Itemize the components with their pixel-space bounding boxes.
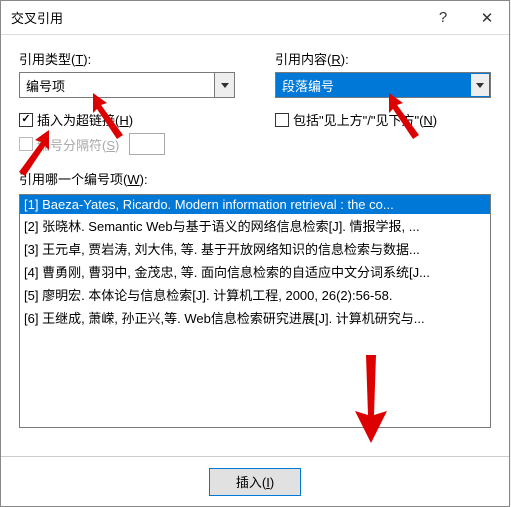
- insert-as-hyperlink-checkbox[interactable]: 插入为超链接(H): [19, 108, 235, 131]
- list-item[interactable]: [6] 王继成, 萧嵘, 孙正兴,等. Web信息检索研究进展[J]. 计算机研…: [20, 306, 490, 329]
- insert-button[interactable]: 插入(I): [209, 468, 301, 496]
- reference-type-label: 引用类型(T):: [19, 49, 235, 68]
- checkbox-icon: [275, 113, 289, 127]
- dialog-footer: 插入(I): [1, 456, 509, 506]
- list-item[interactable]: [1] Baeza-Yates, Ricardo. Modern informa…: [20, 195, 490, 214]
- which-item-label: 引用哪一个编号项(W):: [19, 169, 491, 188]
- list-item[interactable]: [3] 王元卓, 贾岩涛, 刘大伟, 等. 基于开放网络知识的信息检索与数据..…: [20, 237, 490, 260]
- number-separator-checkbox: 编号分隔符(S): [19, 131, 235, 157]
- checkbox-icon: [19, 137, 33, 151]
- reference-content-label: 引用内容(R):: [275, 49, 491, 68]
- titlebar: 交叉引用 ? ✕: [1, 1, 509, 35]
- list-item[interactable]: [5] 廖明宏. 本体论与信息检索[J]. 计算机工程, 2000, 26(2)…: [20, 283, 490, 306]
- close-button[interactable]: ✕: [465, 2, 509, 34]
- help-button[interactable]: ?: [421, 2, 465, 34]
- chevron-down-icon[interactable]: [214, 73, 234, 97]
- include-above-below-checkbox[interactable]: 包括"见上方"/"见下方"(N): [275, 108, 491, 131]
- reference-type-combo[interactable]: 编号项: [19, 72, 235, 98]
- dialog-content: 引用类型(T): 编号项 引用内容(R): 段落编号: [1, 35, 509, 456]
- chevron-down-icon[interactable]: [470, 73, 490, 97]
- list-item[interactable]: [2] 张晓林. Semantic Web与基于语义的网络信息检索[J]. 情报…: [20, 214, 490, 237]
- reference-content-combo[interactable]: 段落编号: [275, 72, 491, 98]
- list-item[interactable]: [4] 曹勇刚, 曹羽中, 金茂忠, 等. 面向信息检索的自适应中文分词系统[J…: [20, 260, 490, 283]
- separator-input: [129, 133, 165, 155]
- checkbox-icon: [19, 113, 33, 127]
- numbered-items-listbox[interactable]: [1] Baeza-Yates, Ricardo. Modern informa…: [19, 194, 491, 428]
- cross-reference-dialog: 交叉引用 ? ✕ 引用类型(T): 编号项 引用内容(R): 段落编号: [0, 0, 510, 507]
- dialog-title: 交叉引用: [11, 8, 421, 27]
